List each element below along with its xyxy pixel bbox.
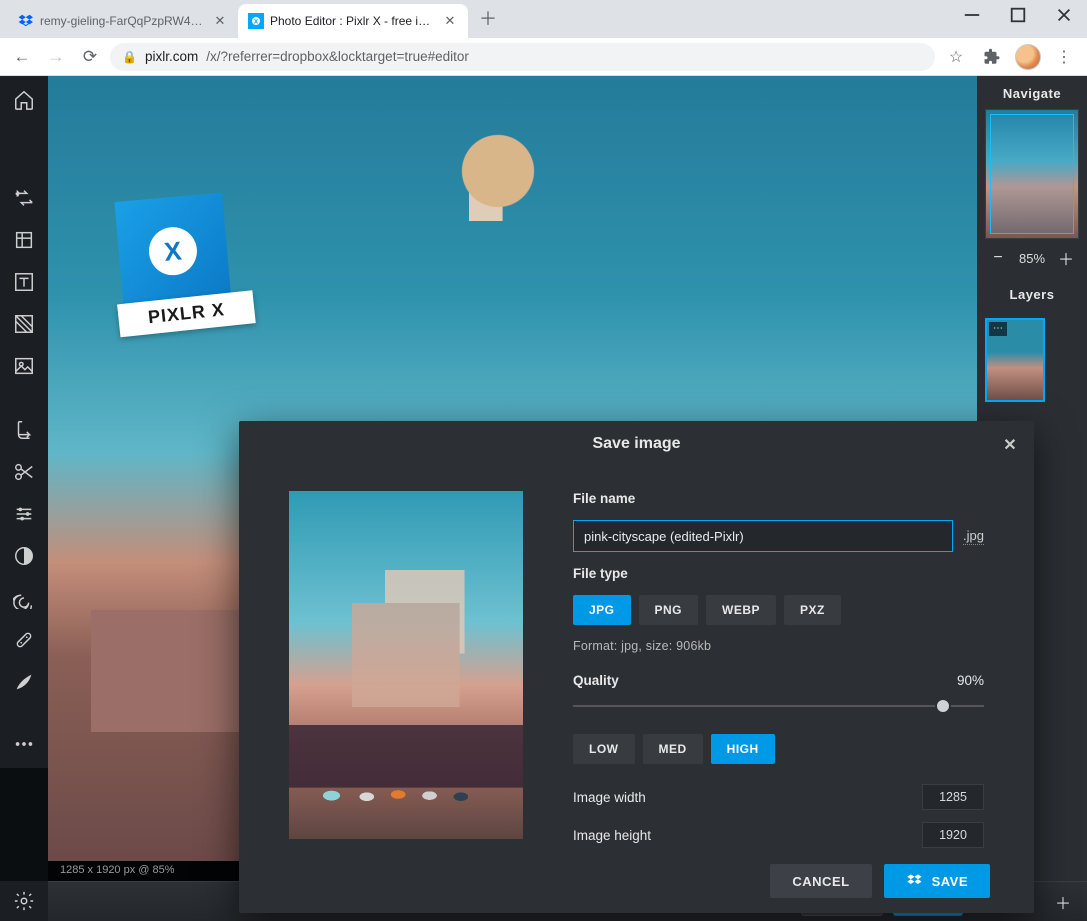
tab-label: Photo Editor : Pixlr X - free image…	[270, 14, 436, 28]
kebab-menu-icon[interactable]: ⋮	[1049, 42, 1079, 72]
reload-button[interactable]: ⟳	[76, 43, 104, 71]
contrast-icon[interactable]	[6, 538, 42, 574]
minimize-button[interactable]	[949, 0, 995, 30]
lock-icon: 🔒	[122, 50, 137, 64]
layers-title: Layers	[977, 277, 1087, 310]
browser-tab-inactive[interactable]: remy-gieling-FarQqPzpRW4-uns… ✕	[8, 4, 238, 38]
dialog-title: Save image	[592, 435, 680, 452]
width-label: Image width	[573, 790, 646, 805]
spiral-icon[interactable]	[6, 580, 42, 616]
filetype-jpg[interactable]: JPG	[573, 595, 631, 625]
add-icon[interactable]: ＋	[1049, 888, 1077, 916]
bookmark-icon[interactable]: ☆	[941, 42, 971, 72]
window-close-button[interactable]	[1041, 0, 1087, 30]
pixlr-icon: X	[248, 13, 264, 29]
height-value[interactable]: 1920	[922, 822, 984, 848]
url-path: /x/?referrer=dropbox&locktarget=true#edi…	[206, 49, 469, 64]
cutout-icon[interactable]	[6, 412, 42, 448]
text-tool-icon[interactable]	[6, 264, 42, 300]
quality-high[interactable]: HIGH	[711, 734, 775, 764]
layer-thumbnail[interactable]: ⋯	[985, 318, 1045, 402]
extensions-icon[interactable]	[977, 42, 1007, 72]
adjust-icon[interactable]	[6, 496, 42, 532]
filetype-png[interactable]: PNG	[639, 595, 699, 625]
svg-text:X: X	[254, 20, 258, 26]
zoom-out-button[interactable]: −	[987, 247, 1009, 269]
navigate-title: Navigate	[977, 76, 1087, 109]
url-input[interactable]: 🔒 pixlr.com/x/?referrer=dropbox&locktarg…	[110, 43, 935, 71]
more-icon[interactable]	[6, 726, 42, 762]
quality-low[interactable]: LOW	[573, 734, 635, 764]
file-extension[interactable]: .jpg	[963, 528, 984, 545]
gear-icon[interactable]	[6, 883, 42, 919]
heal-icon[interactable]	[6, 622, 42, 658]
browser-tab-active[interactable]: X Photo Editor : Pixlr X - free image… ✕	[238, 4, 468, 38]
tab-label: remy-gieling-FarQqPzpRW4-uns…	[40, 14, 206, 28]
zoom-in-button[interactable]: ＋	[1055, 247, 1077, 269]
dropbox-icon	[18, 13, 34, 29]
maximize-button[interactable]	[995, 0, 1041, 30]
close-icon[interactable]: ✕	[212, 13, 228, 29]
window-controls	[949, 0, 1087, 30]
address-bar: ← → ⟳ 🔒 pixlr.com/x/?referrer=dropbox&lo…	[0, 38, 1087, 76]
filename-label: File name	[573, 491, 984, 506]
browser-titlebar: remy-gieling-FarQqPzpRW4-uns… ✕ X Photo …	[0, 0, 1087, 38]
dialog-cancel-button[interactable]: CANCEL	[770, 864, 871, 898]
quality-label: Quality	[573, 673, 619, 688]
close-icon[interactable]: ✕	[442, 13, 458, 29]
brush-icon[interactable]	[6, 664, 42, 700]
format-meta: Format: jpg, size: 906kb	[573, 639, 984, 653]
save-dialog: Save image ✕ File name .jpg File type JP…	[239, 421, 1034, 913]
scissors-icon[interactable]	[6, 454, 42, 490]
new-tab-button[interactable]: ＋	[474, 4, 502, 32]
height-label: Image height	[573, 828, 651, 843]
forward-button[interactable]: →	[42, 43, 70, 71]
filetype-label: File type	[573, 566, 984, 581]
filetype-webp[interactable]: WEBP	[706, 595, 776, 625]
dialog-save-button[interactable]: SAVE	[884, 864, 990, 898]
layer-menu-icon[interactable]: ⋯	[989, 322, 1007, 336]
dialog-close-button[interactable]: ✕	[998, 433, 1022, 457]
image-tool-icon[interactable]	[6, 348, 42, 384]
profile-avatar[interactable]	[1013, 42, 1043, 72]
pixlr-badge: X PIXLR X	[114, 190, 259, 335]
fill-tool-icon[interactable]	[6, 306, 42, 342]
filetype-segmented: JPG PNG WEBP PXZ	[573, 595, 984, 625]
home-icon[interactable]	[6, 82, 42, 118]
quality-value: 90%	[957, 673, 984, 688]
zoom-value: 85%	[1019, 251, 1045, 266]
quality-med[interactable]: MED	[643, 734, 703, 764]
navigator-thumbnail[interactable]	[985, 109, 1079, 239]
width-value[interactable]: 1285	[922, 784, 984, 810]
back-button[interactable]: ←	[8, 43, 36, 71]
tool-sidebar	[0, 124, 48, 768]
quality-slider[interactable]	[573, 698, 984, 714]
filetype-pxz[interactable]: PXZ	[784, 595, 841, 625]
arrange-icon[interactable]	[6, 180, 42, 216]
filename-input[interactable]	[573, 520, 953, 552]
crop-tool-icon[interactable]	[6, 222, 42, 258]
save-preview	[289, 491, 523, 839]
url-host: pixlr.com	[145, 49, 198, 64]
